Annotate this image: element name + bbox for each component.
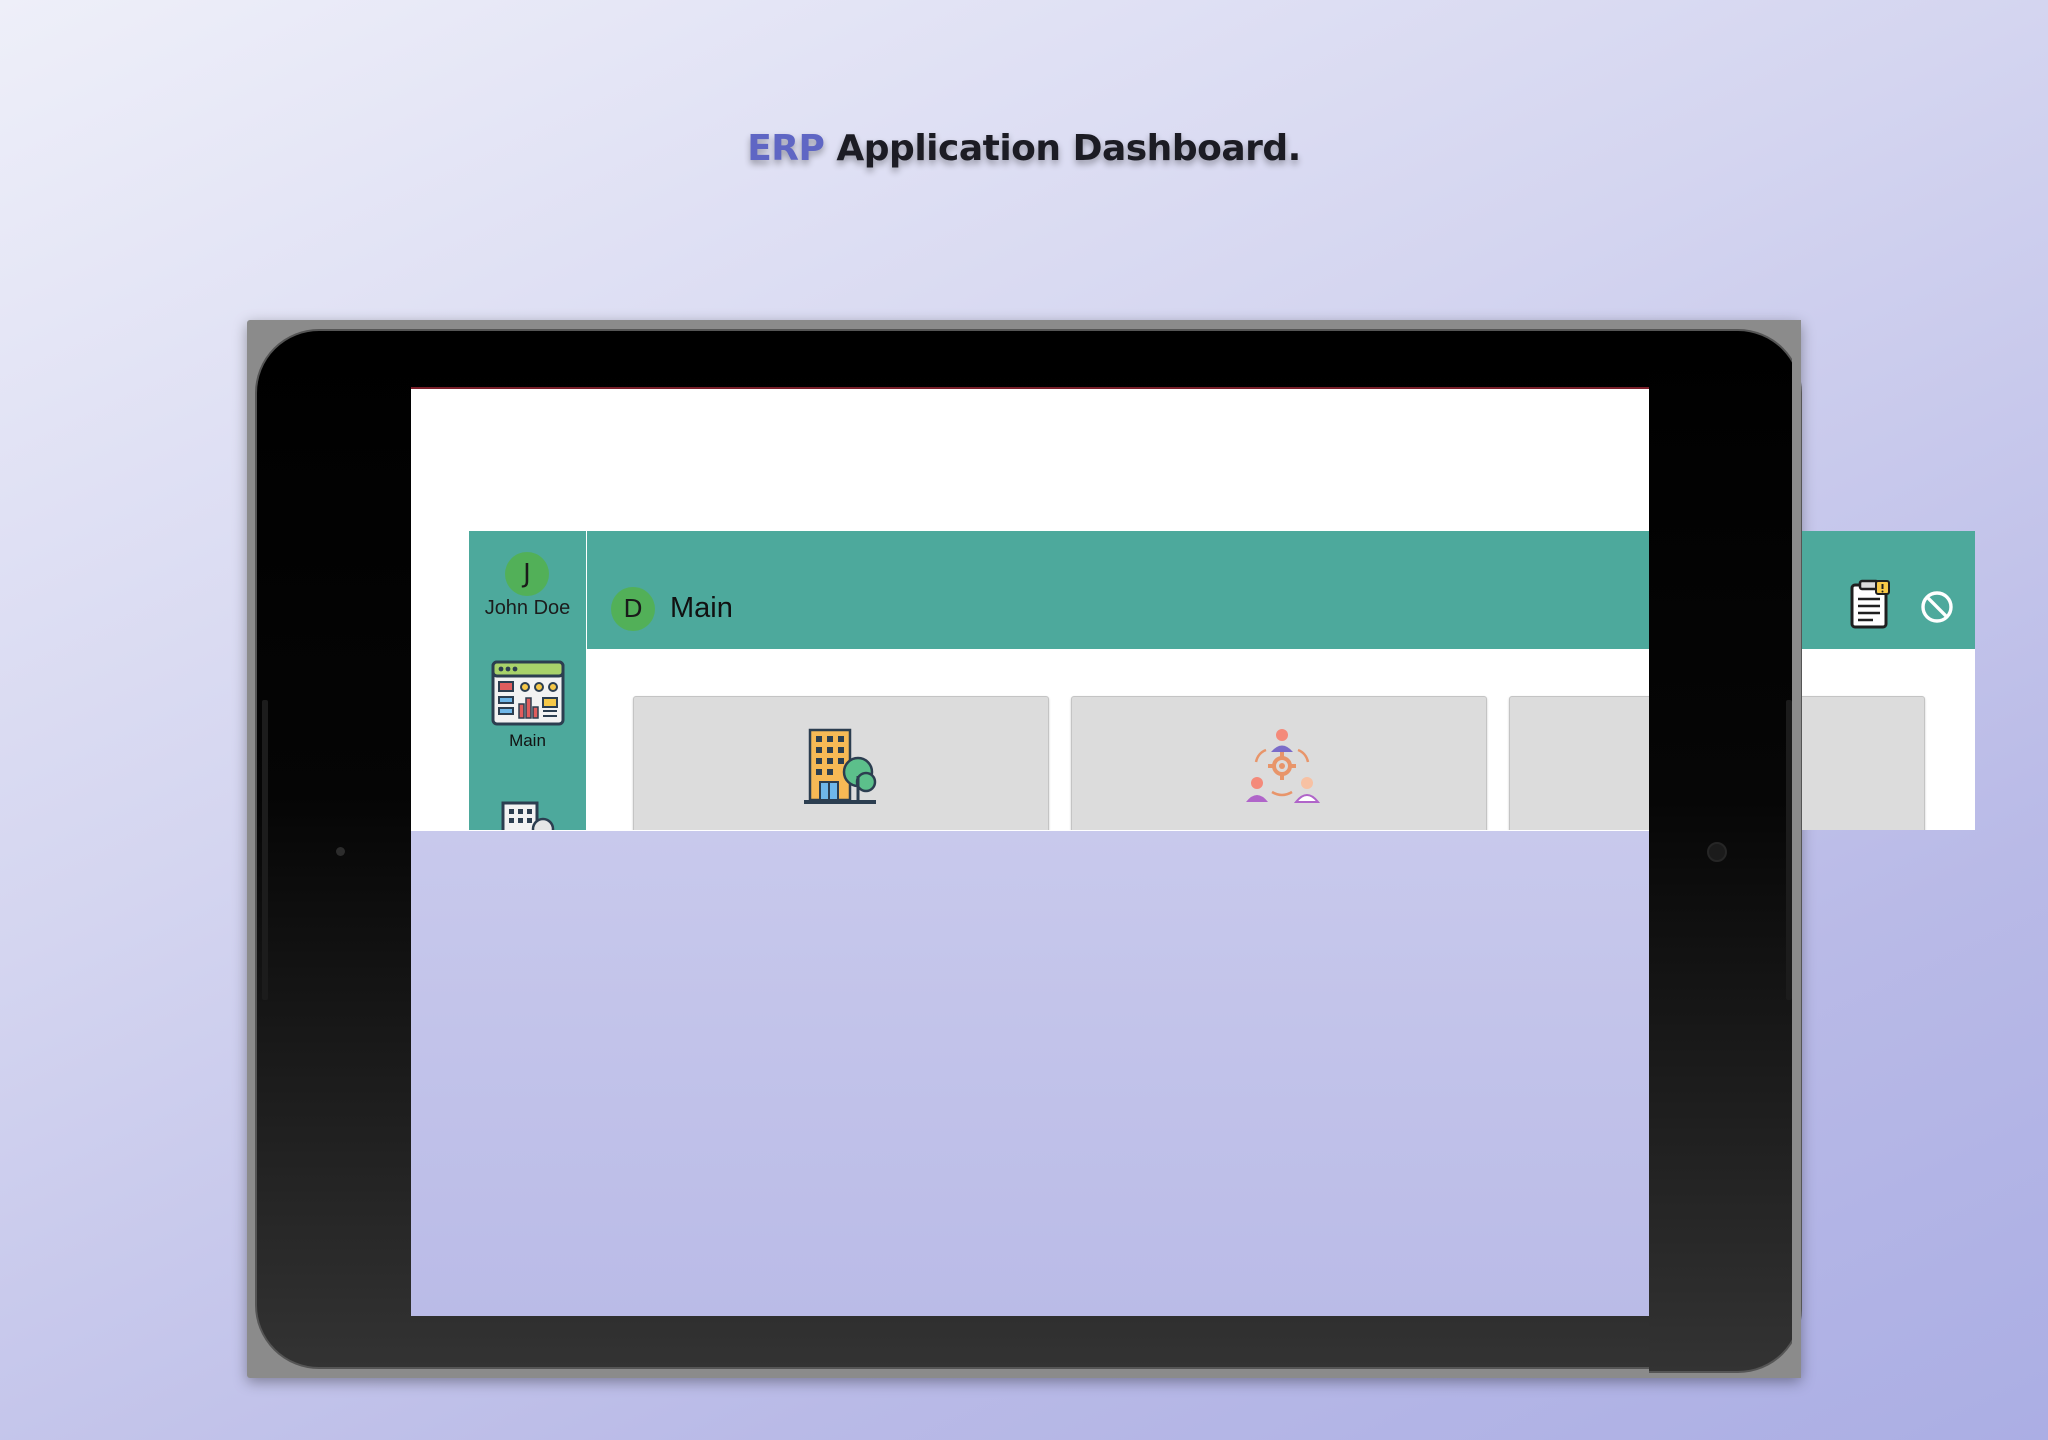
tablet-frame-right-edge: [1792, 320, 1801, 1378]
sidebar-item-main[interactable]: Main: [469, 731, 586, 751]
topbar-avatar[interactable]: D: [611, 587, 655, 631]
page-headline: ERP Application Dashboard.: [0, 128, 2048, 169]
headline-accent: ERP: [747, 128, 825, 169]
tablet-screen: [411, 387, 1649, 1316]
team-management-icon: [1242, 726, 1322, 811]
tablet-side-button-right-overlay: [1786, 700, 1792, 1000]
tablet-sensor: [336, 847, 345, 856]
block-icon[interactable]: [1920, 590, 1954, 629]
tablet-side-button-left: [262, 700, 268, 1000]
user-avatar[interactable]: J: [505, 552, 549, 596]
sidebar: J John Doe Main: [469, 531, 586, 830]
notes-icon[interactable]: [1849, 579, 1891, 634]
page-title: Main: [670, 592, 733, 624]
building-icon[interactable]: [501, 799, 555, 830]
screen-backdrop: [411, 831, 1649, 1316]
headline-text: Application Dashboard.: [824, 128, 1301, 169]
module-card[interactable]: [1071, 696, 1487, 830]
tablet-camera: [1707, 842, 1727, 862]
module-card[interactable]: [633, 696, 1049, 830]
office-building-icon: [802, 726, 880, 811]
user-name: John Doe: [484, 597, 571, 619]
dashboard-icon[interactable]: [491, 660, 565, 731]
